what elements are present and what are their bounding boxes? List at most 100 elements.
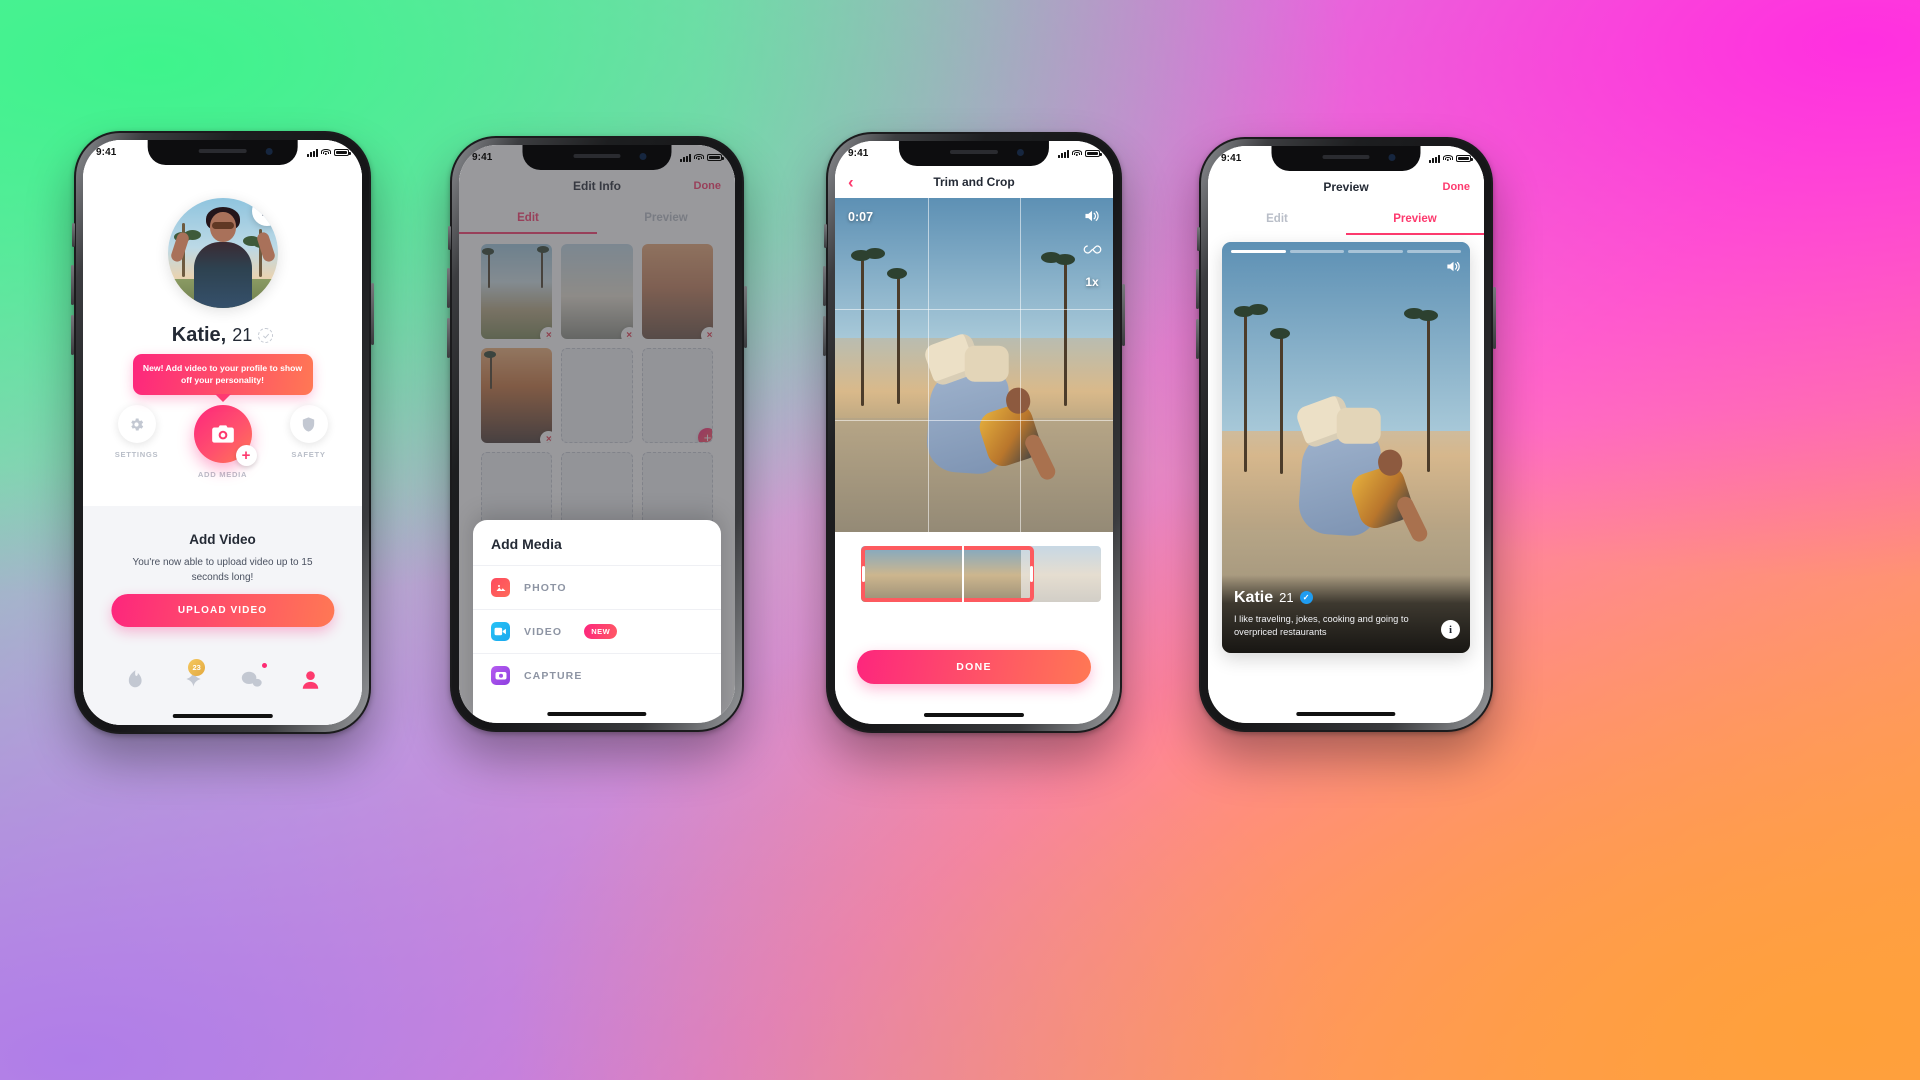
settings-button[interactable] xyxy=(117,405,156,443)
volume-icon[interactable] xyxy=(1446,260,1461,276)
volume-down-button[interactable] xyxy=(447,318,450,358)
profile-first-name: Katie, xyxy=(171,324,227,346)
sheet-title: Add Media xyxy=(491,536,562,552)
loop-icon[interactable] xyxy=(1081,239,1103,259)
sheet-item-label: PHOTO xyxy=(524,581,567,594)
phone-3-screen: ‹ Trim and Crop 0:07 1x DONE 9:41 xyxy=(835,141,1113,724)
safety-button[interactable] xyxy=(289,405,328,443)
edit-avatar-button[interactable] xyxy=(251,198,278,226)
video-controls: 1x xyxy=(1081,206,1103,292)
tab-preview[interactable]: Preview xyxy=(1346,203,1484,235)
sheet-item-label: CAPTURE xyxy=(524,669,583,682)
power-button[interactable] xyxy=(371,283,374,345)
profile-bio: I like traveling, jokes, cooking and goi… xyxy=(1234,613,1409,637)
profile-name-row: Katie 21 ✓ xyxy=(1234,589,1458,607)
tab-top-picks[interactable]: 23 xyxy=(178,659,208,693)
volume-up-button[interactable] xyxy=(1196,269,1199,309)
gear-icon xyxy=(131,417,144,431)
tab-underline xyxy=(1346,233,1484,235)
volume-up-button[interactable] xyxy=(823,266,826,306)
info-icon[interactable]: i xyxy=(1441,620,1460,639)
flame-icon xyxy=(128,669,142,687)
mute-switch[interactable] xyxy=(1197,227,1200,251)
phone-2-screen: Edit Info Done Edit Preview × xyxy=(459,145,735,723)
profile-age: 21 xyxy=(1279,590,1294,606)
status-time: 9:41 xyxy=(1221,153,1242,164)
notch xyxy=(898,141,1050,166)
status-time: 9:41 xyxy=(848,148,869,159)
volume-down-button[interactable] xyxy=(823,316,826,356)
card-title: Add Video xyxy=(189,532,256,547)
tab-messages[interactable] xyxy=(237,663,267,693)
phone-1-screen: 9:41 Katie, 21 New! Add video to your pr… xyxy=(83,140,362,725)
done-button[interactable]: Done xyxy=(1443,181,1471,193)
volume-icon[interactable] xyxy=(1081,206,1103,226)
volume-down-button[interactable] xyxy=(1196,319,1199,359)
chevron-left-icon[interactable]: ‹ xyxy=(848,174,854,191)
power-button[interactable] xyxy=(1122,284,1125,346)
blue-check-icon: ✓ xyxy=(1299,591,1313,605)
crop-gridlines xyxy=(835,198,1113,532)
card-subtitle: You're now able to upload video up to 15… xyxy=(132,557,313,583)
phone-3-trim-crop: ‹ Trim and Crop 0:07 1x DONE 9:41 xyxy=(823,132,1125,733)
wifi-icon xyxy=(694,153,704,162)
trim-handle-left[interactable] xyxy=(861,566,865,582)
new-video-tooltip: New! Add video to your profile to show o… xyxy=(132,354,313,396)
tab-flame[interactable] xyxy=(119,665,149,693)
notch xyxy=(522,145,672,170)
camera-icon xyxy=(211,425,234,443)
avatar[interactable] xyxy=(167,198,278,308)
cellular-bars-icon xyxy=(307,148,318,157)
volume-up-button[interactable] xyxy=(447,268,450,308)
chat-bubbles-icon xyxy=(242,671,263,687)
sheet-item-video[interactable]: VIDEO NEW xyxy=(473,609,721,653)
story-progress-bar[interactable] xyxy=(1231,250,1461,253)
volume-down-button[interactable] xyxy=(71,315,74,355)
video-canvas[interactable]: 0:07 1x xyxy=(835,198,1113,532)
settings-label: SETTINGS xyxy=(114,450,159,459)
shield-icon xyxy=(302,416,315,432)
notch xyxy=(147,140,298,165)
battery-icon xyxy=(707,153,724,162)
done-button[interactable]: DONE xyxy=(857,650,1091,684)
upload-video-button[interactable]: UPLOAD VIDEO xyxy=(110,594,335,627)
wifi-icon xyxy=(321,148,331,157)
sheet-item-photo[interactable]: PHOTO xyxy=(473,565,721,609)
safety-action[interactable]: SAFETY xyxy=(277,405,341,459)
volume-up-button[interactable] xyxy=(71,265,74,305)
home-indicator xyxy=(923,713,1025,717)
tab-edit[interactable]: Edit xyxy=(1208,203,1346,235)
power-button[interactable] xyxy=(744,286,747,348)
preview-profile-card[interactable]: Katie 21 ✓ I like traveling, jokes, cook… xyxy=(1222,242,1470,653)
profile-actions: SETTINGS + ADD MEDIA SAFETY xyxy=(83,405,362,479)
playhead[interactable] xyxy=(961,546,964,602)
add-media-action[interactable]: + ADD MEDIA xyxy=(191,405,257,479)
trim-selection[interactable] xyxy=(861,546,1034,602)
mute-switch[interactable] xyxy=(72,223,75,247)
profile-person-icon xyxy=(302,670,319,689)
cellular-bars-icon xyxy=(1429,154,1440,163)
video-timeline[interactable] xyxy=(861,546,1101,602)
tab-profile[interactable] xyxy=(296,665,326,693)
page-title: Trim and Crop xyxy=(933,175,1015,189)
mute-switch[interactable] xyxy=(824,224,827,248)
phone-4-screen: Preview Done Edit Preview Katie 21 ✓ I l… xyxy=(1208,146,1484,723)
new-badge: NEW xyxy=(584,624,618,639)
edit-preview-tabs: Edit Preview xyxy=(1208,203,1484,235)
power-button[interactable] xyxy=(1493,287,1496,349)
profile-name-row: Katie, 21 xyxy=(83,324,362,347)
add-media-button[interactable]: + xyxy=(193,405,257,466)
phone-4-preview: Preview Done Edit Preview Katie 21 ✓ I l… xyxy=(1196,137,1496,732)
trim-handle-right[interactable] xyxy=(1030,566,1034,582)
speed-toggle[interactable]: 1x xyxy=(1081,272,1103,292)
notch xyxy=(1271,146,1421,171)
add-video-card: Add Video You're now able to upload vide… xyxy=(83,506,362,651)
settings-action[interactable]: SETTINGS xyxy=(105,405,169,459)
phone-1-profile: 9:41 Katie, 21 New! Add video to your pr… xyxy=(71,131,374,734)
profile-age: 21 xyxy=(232,325,253,345)
trim-crop-navbar: ‹ Trim and Crop xyxy=(835,166,1113,198)
profile-card-info: Katie 21 ✓ I like traveling, jokes, cook… xyxy=(1222,574,1470,653)
home-indicator xyxy=(547,712,647,716)
mute-switch[interactable] xyxy=(448,226,451,250)
sheet-item-capture[interactable]: CAPTURE xyxy=(473,653,721,697)
